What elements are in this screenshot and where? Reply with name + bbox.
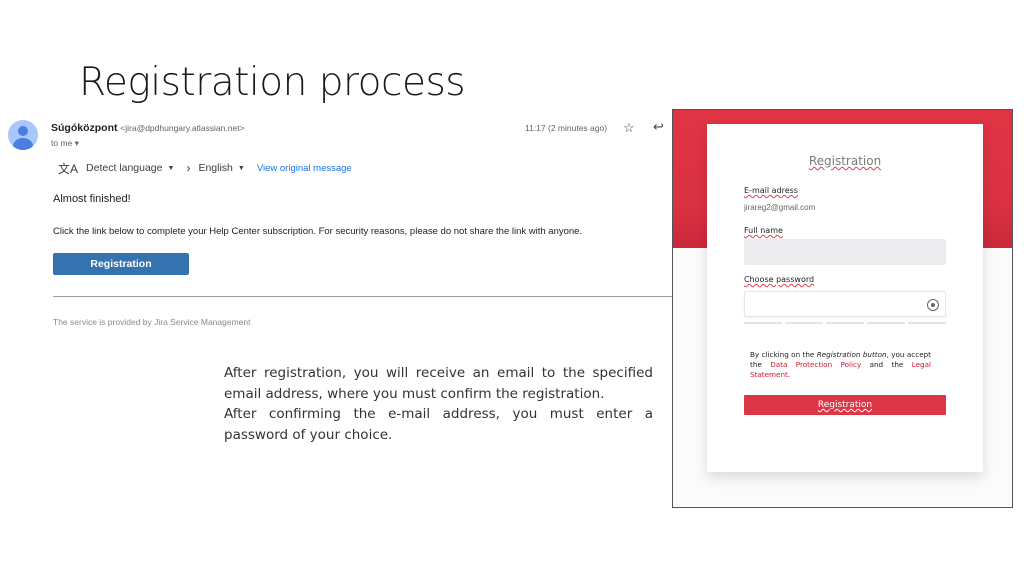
consent-and: and the [861, 360, 912, 369]
fullname-label: Full name [744, 226, 783, 235]
person-icon [8, 120, 38, 150]
submit-label: Registration [817, 400, 873, 410]
consent-end: . [787, 370, 791, 379]
email-greeting: Almost finished! [53, 193, 131, 205]
form-title: Registration [808, 154, 882, 168]
email-label: E-mail adress [744, 186, 798, 195]
password-strength-meter [744, 322, 946, 324]
sender: Súgóközpont <jira@dpdhungary.atlassian.n… [51, 122, 245, 134]
star-icon[interactable]: ☆ [623, 120, 635, 136]
slide-title: Registration process [79, 60, 466, 105]
password-input[interactable] [744, 291, 946, 317]
target-language-select[interactable]: English [198, 162, 232, 174]
registration-link-button[interactable]: Registration [53, 253, 189, 275]
description: After registration, you will receive an … [224, 363, 653, 445]
consent-text: By clicking on the Registration button, … [750, 350, 931, 380]
email-body: Click the link below to complete your He… [53, 226, 583, 237]
translate-icon: 文A [58, 161, 79, 176]
source-language-select[interactable]: Detect language [86, 162, 162, 174]
password-label: Choose password [744, 275, 815, 284]
consent-button-ref: Registration button [816, 350, 887, 359]
registration-screenshot: Registration E-mail adress jirareg2@gmai… [672, 109, 1013, 508]
divider [53, 296, 672, 297]
fullname-input[interactable] [744, 239, 946, 265]
chevron-right-icon: › [186, 161, 191, 175]
consent-prefix: By clicking on the [750, 350, 817, 359]
chevron-down-icon[interactable]: ▼ [238, 165, 245, 172]
view-original-link[interactable]: View original message [257, 163, 352, 174]
email-value: jirareg2@gmail.com [744, 203, 816, 212]
description-paragraph: After confirming the e-mail address, you… [224, 406, 653, 443]
reply-icon[interactable]: ↩ [653, 119, 664, 135]
submit-registration-button[interactable]: Registration [744, 395, 946, 415]
data-protection-link[interactable]: Data Protection Policy [770, 360, 861, 369]
registration-card: Registration E-mail adress jirareg2@gmai… [707, 124, 983, 472]
email-panel: Súgóközpont <jira@dpdhungary.atlassian.n… [0, 110, 672, 340]
sender-address: <jira@dpdhungary.atlassian.net> [120, 123, 245, 133]
sender-name: Súgóközpont [51, 122, 118, 134]
email-footer: The service is provided by Jira Service … [53, 317, 251, 327]
eye-icon[interactable] [927, 299, 939, 311]
chevron-down-icon[interactable]: ▼ [168, 165, 175, 172]
recipient-toggle[interactable]: to me ▾ [51, 138, 79, 149]
translate-bar: 文A Detect language ▼ › English ▼ View or… [58, 160, 352, 176]
timestamp: 11:17 (2 minutes ago) [525, 123, 608, 133]
description-paragraph: After registration, you will receive an … [224, 365, 653, 402]
